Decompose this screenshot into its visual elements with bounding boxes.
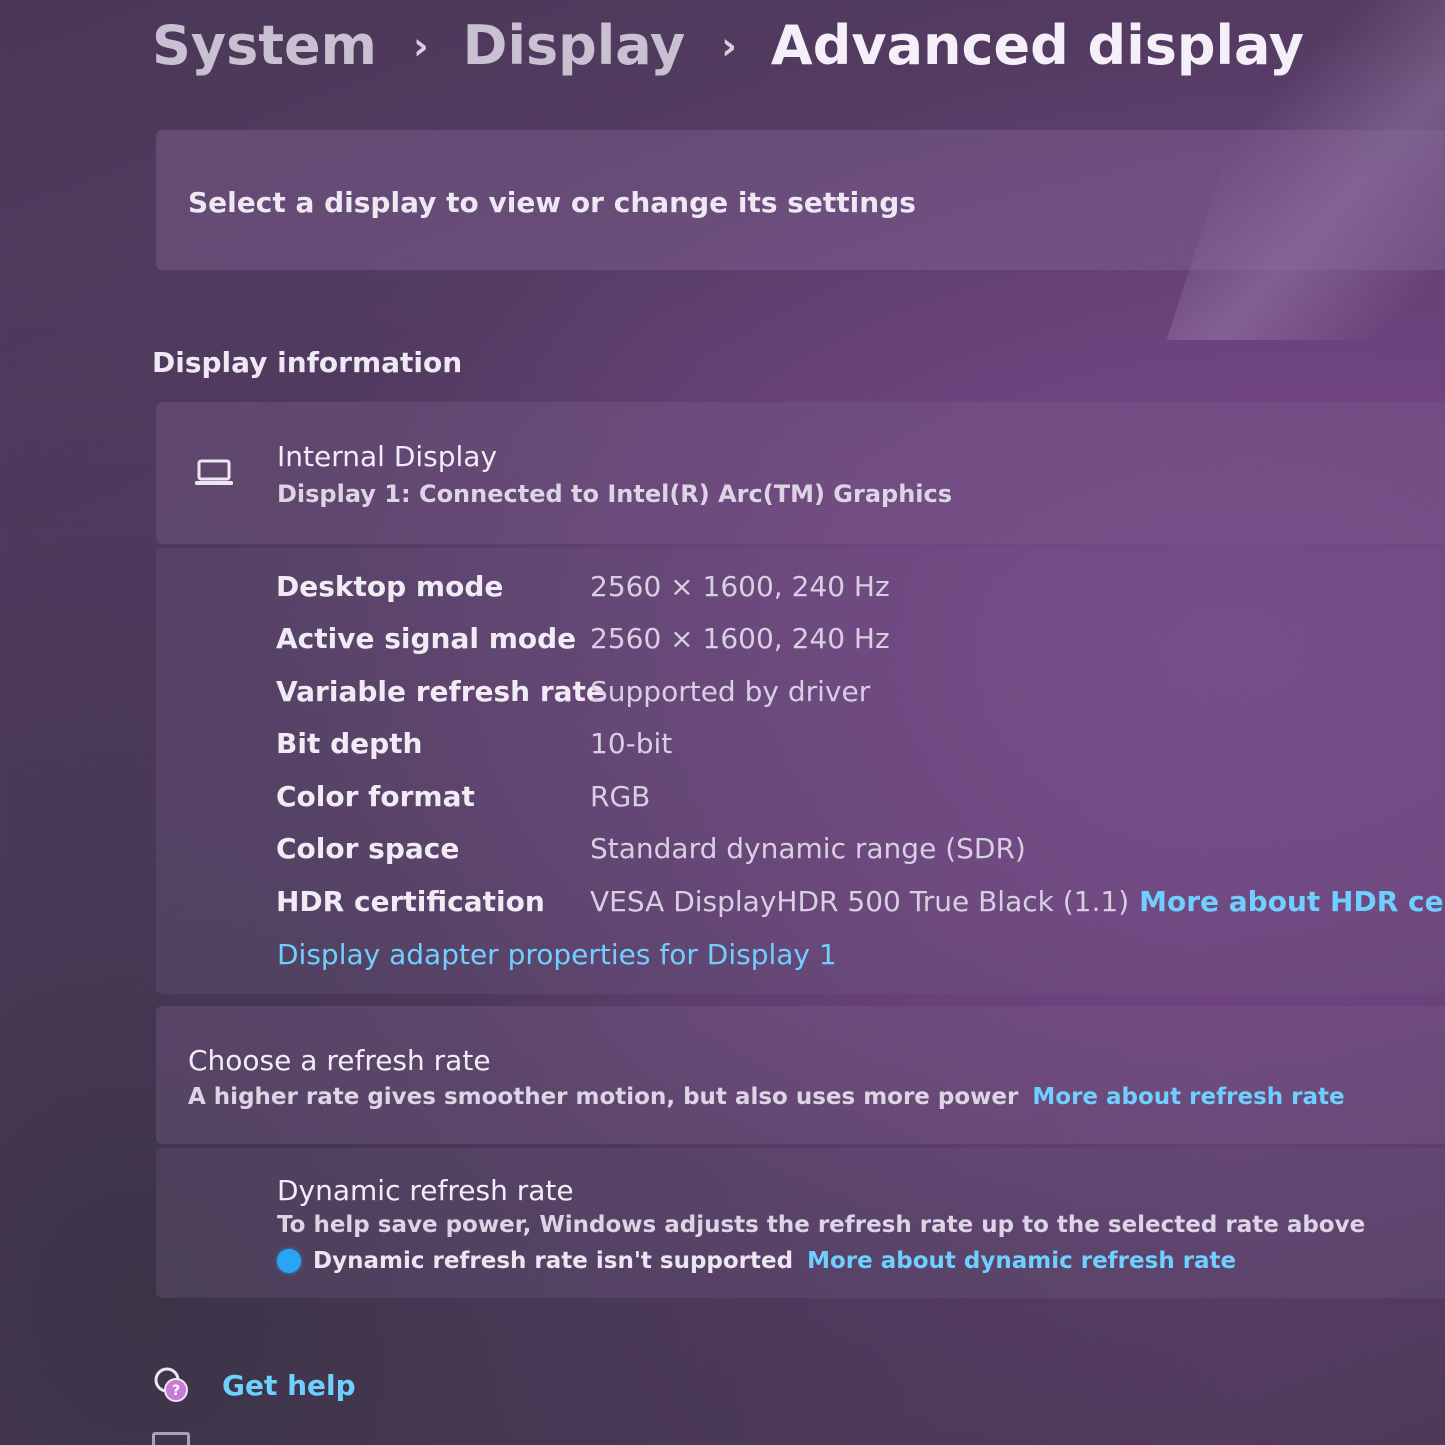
info-value-with-link: VESA DisplayHDR 500 True Black (1.1) More… <box>590 885 1445 918</box>
info-value: RGB <box>590 780 651 813</box>
select-display-card[interactable]: Select a display to view or change its s… <box>156 130 1445 270</box>
dynamic-refresh-subtitle: To help save power, Windows adjusts the … <box>277 1212 1366 1238</box>
svg-text:?: ? <box>172 1383 180 1399</box>
select-display-label: Select a display to view or change its s… <box>188 186 916 219</box>
info-row-variable-refresh-rate: Variable refresh rate Supported by drive… <box>276 675 1445 715</box>
page-title: Advanced display <box>770 14 1304 77</box>
info-row-active-signal-mode: Active signal mode 2560 × 1600, 240 Hz <box>276 622 1445 662</box>
more-about-dynamic-refresh-link[interactable]: More about dynamic refresh rate <box>807 1248 1236 1274</box>
info-value: 2560 × 1600, 240 Hz <box>590 622 890 655</box>
dynamic-refresh-status: Dynamic refresh rate isn't supported Mor… <box>277 1248 1236 1274</box>
info-value: Supported by driver <box>590 675 871 708</box>
section-title-display-information: Display information <box>152 346 463 379</box>
info-label: Desktop mode <box>276 570 504 603</box>
chevron-right-icon: › <box>721 23 737 68</box>
dynamic-refresh-status-text: Dynamic refresh rate isn't supported <box>313 1248 794 1274</box>
hdr-certification-value: VESA DisplayHDR 500 True Black (1.1) <box>590 885 1130 918</box>
breadcrumb: System › Display › Advanced display <box>152 14 1304 77</box>
display-info-details: Desktop mode 2560 × 1600, 240 Hz Active … <box>156 548 1445 994</box>
get-help-row[interactable]: ? Get help <box>152 1366 356 1404</box>
refresh-rate-description: A higher rate gives smoother motion, but… <box>188 1084 1019 1110</box>
get-help-link[interactable]: Get help <box>222 1369 356 1402</box>
refresh-rate-card: Choose a refresh rate A higher rate give… <box>156 1006 1445 1144</box>
info-row-color-format: Color format RGB <box>276 780 1445 820</box>
more-about-refresh-rate-link[interactable]: More about refresh rate <box>1032 1084 1344 1110</box>
dynamic-refresh-title: Dynamic refresh rate <box>277 1174 574 1207</box>
breadcrumb-system[interactable]: System <box>152 14 377 77</box>
breadcrumb-display[interactable]: Display <box>463 14 686 77</box>
help-chat-icon: ? <box>154 1367 188 1402</box>
info-label: Bit depth <box>276 727 423 760</box>
info-row-bit-depth: Bit depth 10-bit <box>276 727 1445 767</box>
info-label: Color space <box>276 832 460 865</box>
info-value: 2560 × 1600, 240 Hz <box>590 570 890 603</box>
info-value: 10-bit <box>590 727 673 760</box>
info-label: Active signal mode <box>276 622 577 655</box>
feedback-icon <box>152 1432 190 1445</box>
info-icon <box>277 1249 301 1273</box>
dynamic-refresh-card: Dynamic refresh rate To help save power,… <box>156 1148 1445 1298</box>
refresh-rate-subtitle: A higher rate gives smoother motion, but… <box>188 1084 1345 1110</box>
chevron-right-icon: › <box>412 23 429 68</box>
laptop-icon <box>195 459 233 485</box>
display-adapter-properties-link[interactable]: Display adapter properties for Display 1 <box>277 938 837 971</box>
display-connection: Display 1: Connected to Intel(R) Arc(TM)… <box>277 480 953 508</box>
info-label: Variable refresh rate <box>276 675 605 708</box>
display-info-header: Internal Display Display 1: Connected to… <box>156 402 1445 544</box>
info-label: Color format <box>276 780 475 813</box>
more-about-hdr-link[interactable]: More about HDR certificatio <box>1139 885 1445 918</box>
feedback-row-partial <box>152 1432 222 1445</box>
info-row-hdr-certification: HDR certification VESA DisplayHDR 500 Tr… <box>276 885 1445 925</box>
refresh-rate-title: Choose a refresh rate <box>188 1044 491 1077</box>
info-row-color-space: Color space Standard dynamic range (SDR) <box>276 832 1445 872</box>
info-value: Standard dynamic range (SDR) <box>590 832 1026 865</box>
info-row-desktop-mode: Desktop mode 2560 × 1600, 240 Hz <box>276 570 1445 610</box>
display-name: Internal Display <box>277 440 498 473</box>
info-label: HDR certification <box>276 885 545 918</box>
